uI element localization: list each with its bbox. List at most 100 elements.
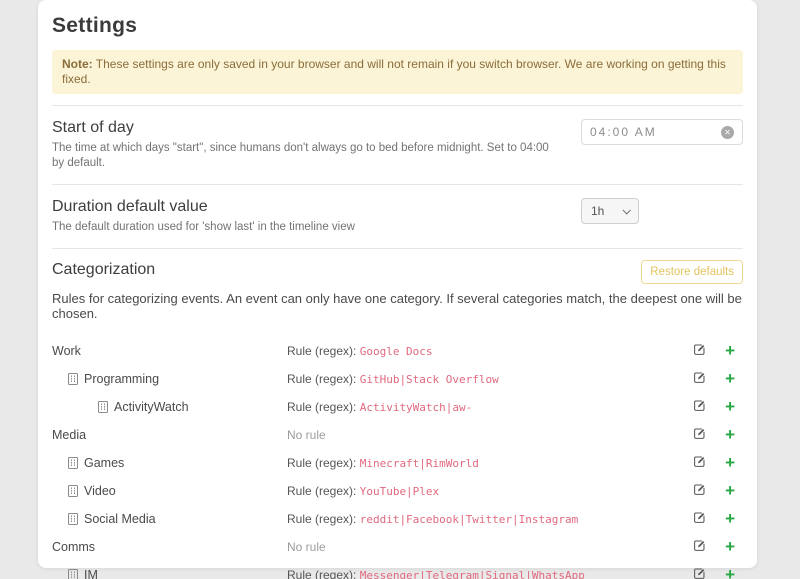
add-subcategory-button[interactable]: +	[725, 482, 735, 499]
no-rule-label: No rule	[287, 539, 326, 554]
rule-regex: Google Docs	[359, 344, 433, 358]
settings-card: Settings Note: These settings are only s…	[38, 0, 757, 579]
rule-regex: reddit|Facebook|Twitter|Instagram	[359, 512, 579, 526]
edit-icon	[693, 511, 706, 527]
categorization-header: Categorization Restore defaults	[52, 259, 743, 284]
page-title: Settings	[52, 14, 138, 37]
category-actions: +	[693, 398, 743, 415]
add-subcategory-button[interactable]: +	[725, 566, 735, 579]
category-name: Video	[84, 483, 116, 498]
category-row: Games Rule (regex): Minecraft|RimWorld +	[52, 449, 743, 477]
category-actions: +	[693, 566, 743, 579]
category-actions: +	[693, 510, 743, 527]
category-name-cell: Media	[52, 428, 287, 442]
rule-regex: Messenger|Telegram|Signal|WhatsApp	[359, 568, 585, 579]
category-name-cell: Video	[52, 484, 287, 498]
edit-icon	[693, 455, 706, 471]
rule-regex: Minecraft|RimWorld	[359, 456, 479, 470]
category-row: Work Rule (regex): Google Docs +	[52, 337, 743, 365]
add-subcategory-button[interactable]: +	[725, 398, 735, 415]
category-name: Media	[52, 427, 87, 442]
add-subcategory-button[interactable]: +	[725, 370, 735, 387]
category-name-cell: Games	[52, 456, 287, 470]
chevron-down-icon	[622, 205, 631, 215]
category-name-cell: Work	[52, 344, 287, 358]
edit-category-button[interactable]	[693, 343, 706, 359]
add-subcategory-button[interactable]: +	[725, 454, 735, 471]
category-row: IM Rule (regex): Messenger|Telegram|Sign…	[52, 561, 743, 579]
category-rule-cell: No rule	[287, 540, 693, 554]
green-plus-icon: +	[725, 341, 735, 361]
categorization-description: Rules for categorizing events. An event …	[52, 290, 742, 321]
grip-handle-icon	[68, 512, 78, 525]
category-actions: +	[693, 370, 743, 387]
browser-note-banner: Note: These settings are only saved in y…	[52, 50, 743, 94]
category-rule-cell: Rule (regex): Messenger|Telegram|Signal|…	[287, 568, 693, 579]
edit-icon	[693, 539, 706, 555]
duration-description: The default duration used for 'show last…	[52, 220, 355, 233]
add-subcategory-button[interactable]: +	[725, 510, 735, 527]
edit-category-button[interactable]	[693, 455, 706, 471]
category-name-cell: Comms	[52, 540, 287, 554]
rule-regex: ActivityWatch|aw-	[359, 400, 473, 414]
duration-section: Duration default value The default durat…	[52, 196, 743, 237]
restore-defaults-button[interactable]: Restore defaults	[641, 259, 743, 284]
rule-label: Rule (regex):	[287, 455, 360, 470]
start-of-day-title: Start of day	[52, 119, 134, 136]
edit-category-button[interactable]	[693, 399, 706, 415]
start-of-day-input[interactable]: 04:00 AM ✕	[581, 119, 743, 145]
edit-icon	[693, 427, 706, 443]
rule-label: Rule (regex):	[287, 343, 360, 358]
category-actions: +	[693, 426, 743, 443]
category-name-cell: ActivityWatch	[52, 400, 287, 414]
category-row: ActivityWatch Rule (regex): ActivityWatc…	[52, 393, 743, 421]
green-plus-icon: +	[725, 537, 735, 557]
category-name: Programming	[84, 371, 160, 386]
category-name: Games	[84, 455, 125, 470]
category-name-cell: Social Media	[52, 512, 287, 526]
add-subcategory-button[interactable]: +	[725, 538, 735, 555]
grip-handle-icon	[68, 372, 78, 385]
note-text: These settings are only saved in your br…	[62, 57, 726, 86]
category-actions: +	[693, 538, 743, 555]
rule-label: Rule (regex):	[287, 567, 360, 579]
divider	[52, 183, 743, 185]
duration-value: 1h	[591, 203, 605, 218]
start-of-day-description: The time at which days "start", since hu…	[52, 142, 549, 169]
duration-control: 1h	[581, 197, 743, 224]
duration-select[interactable]: 1h	[581, 197, 639, 224]
no-rule-label: No rule	[287, 427, 326, 442]
green-plus-icon: +	[725, 565, 735, 579]
category-name: Comms	[52, 539, 96, 554]
edit-icon	[693, 371, 706, 387]
category-rule-cell: Rule (regex): ActivityWatch|aw-	[287, 400, 693, 414]
edit-category-button[interactable]	[693, 427, 706, 443]
add-subcategory-button[interactable]: +	[725, 426, 735, 443]
edit-category-button[interactable]	[693, 371, 706, 387]
clear-icon[interactable]: ✕	[721, 125, 734, 139]
note-label: Note:	[62, 57, 93, 71]
rule-label: Rule (regex):	[287, 399, 360, 414]
categorization-title: Categorization	[52, 260, 156, 278]
edit-category-button[interactable]	[693, 483, 706, 499]
category-actions: +	[693, 482, 743, 499]
category-name: Social Media	[84, 511, 156, 526]
category-name: IM	[84, 567, 98, 579]
category-rule-cell: Rule (regex): GitHub|Stack Overflow	[287, 372, 693, 386]
edit-category-button[interactable]	[693, 567, 706, 579]
category-name-cell: IM	[52, 568, 287, 579]
green-plus-icon: +	[725, 397, 735, 417]
edit-category-button[interactable]	[693, 539, 706, 555]
edit-category-button[interactable]	[693, 511, 706, 527]
category-row: Social Media Rule (regex): reddit|Facebo…	[52, 505, 743, 533]
duration-title: Duration default value	[52, 197, 208, 215]
start-of-day-control: 04:00 AM ✕	[581, 119, 743, 145]
rule-label: Rule (regex):	[287, 511, 360, 526]
grip-handle-icon	[98, 400, 108, 413]
category-list: Work Rule (regex): Google Docs + Program…	[52, 337, 743, 579]
add-subcategory-button[interactable]: +	[725, 342, 735, 359]
category-row: Programming Rule (regex): GitHub|Stack O…	[52, 365, 743, 393]
category-name: ActivityWatch	[114, 399, 189, 414]
green-plus-icon: +	[725, 453, 735, 473]
category-name: Work	[52, 343, 81, 358]
